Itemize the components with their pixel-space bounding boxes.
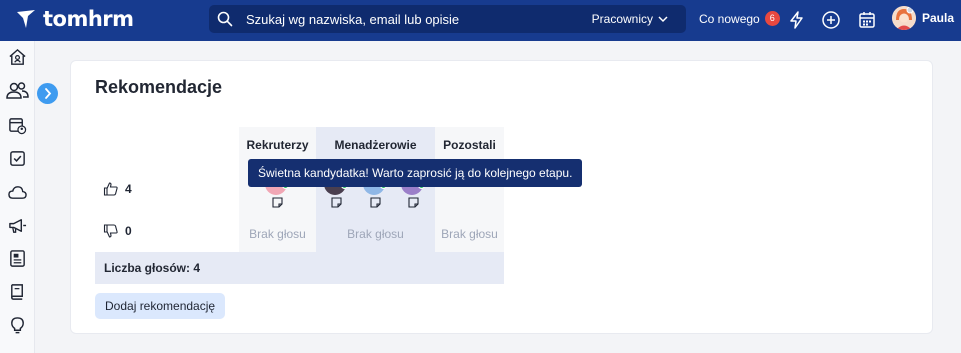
whats-new-label: Co nowego xyxy=(699,11,760,26)
note-icon[interactable] xyxy=(331,197,342,208)
thumbs-down-row: 0 xyxy=(103,223,132,239)
megaphone-icon[interactable] xyxy=(8,216,27,235)
note-icon[interactable] xyxy=(408,197,419,208)
search-bar: Pracownicy xyxy=(209,5,686,33)
search-icon xyxy=(217,11,233,27)
column-header-recruiters: Rekruterzy xyxy=(246,138,309,152)
sidebar xyxy=(0,41,35,353)
avatar xyxy=(892,6,916,30)
logo[interactable]: tomhrm xyxy=(14,7,134,31)
thumbs-down-count: 0 xyxy=(125,224,132,238)
user-menu[interactable]: Paula xyxy=(892,6,954,30)
checkbox-icon[interactable] xyxy=(8,149,27,168)
lightbulb-icon[interactable] xyxy=(8,316,27,335)
whats-new-badge: 6 xyxy=(764,11,780,26)
user-name: Paula xyxy=(922,11,955,25)
sidebar-expand-button[interactable] xyxy=(37,83,58,104)
top-bar: tomhrm Pracownicy Co nowego 6 xyxy=(0,0,961,41)
no-vote-recruiters: Brak głosu xyxy=(249,227,306,241)
column-header-others: Pozostali xyxy=(443,138,496,152)
logo-text: tomhrm xyxy=(43,7,134,31)
total-votes: Liczba głosów: 4 xyxy=(104,261,201,275)
whats-new-button[interactable]: Co nowego 6 xyxy=(699,11,780,26)
search-scope-label: Pracownicy xyxy=(591,12,653,26)
logo-icon xyxy=(17,10,35,28)
search-scope-dropdown[interactable]: Pracownicy xyxy=(592,12,668,26)
thumbs-down-icon xyxy=(103,224,118,238)
column-header-managers: Menadżerowie xyxy=(334,138,417,152)
thumbs-up-row: 4 xyxy=(103,181,132,197)
chevron-right-icon xyxy=(45,88,52,99)
no-vote-others: Brak głosu xyxy=(441,227,498,241)
no-vote-managers: Brak głosu xyxy=(347,227,404,241)
page-title: Rekomendacje xyxy=(95,77,223,97)
calendar-user-icon[interactable] xyxy=(8,116,27,135)
book-icon[interactable] xyxy=(8,282,27,301)
cloud-icon[interactable] xyxy=(8,183,27,202)
recommendation-tooltip: Świetna kandydatka! Warto zaprosić ją do… xyxy=(248,159,583,187)
votes-summary: Liczba głosów: 4 xyxy=(95,252,504,284)
newspaper-icon[interactable] xyxy=(8,249,27,268)
add-circle-icon[interactable] xyxy=(821,10,841,30)
thumbs-up-icon xyxy=(103,182,118,196)
home-icon[interactable] xyxy=(8,48,27,67)
note-icon[interactable] xyxy=(272,197,283,208)
recommendations-card: Rekomendacje Rekruterzy Menadżerowie Poz… xyxy=(70,60,933,334)
thumbs-up-count: 4 xyxy=(125,182,132,196)
lightning-icon[interactable] xyxy=(787,10,807,30)
note-icon[interactable] xyxy=(370,197,381,208)
search-input[interactable] xyxy=(246,5,576,33)
add-recommendation-button[interactable]: Dodaj rekomendację xyxy=(95,293,226,319)
calendar-icon[interactable] xyxy=(857,10,877,30)
chevron-down-icon xyxy=(658,15,668,22)
people-icon[interactable] xyxy=(6,81,29,100)
